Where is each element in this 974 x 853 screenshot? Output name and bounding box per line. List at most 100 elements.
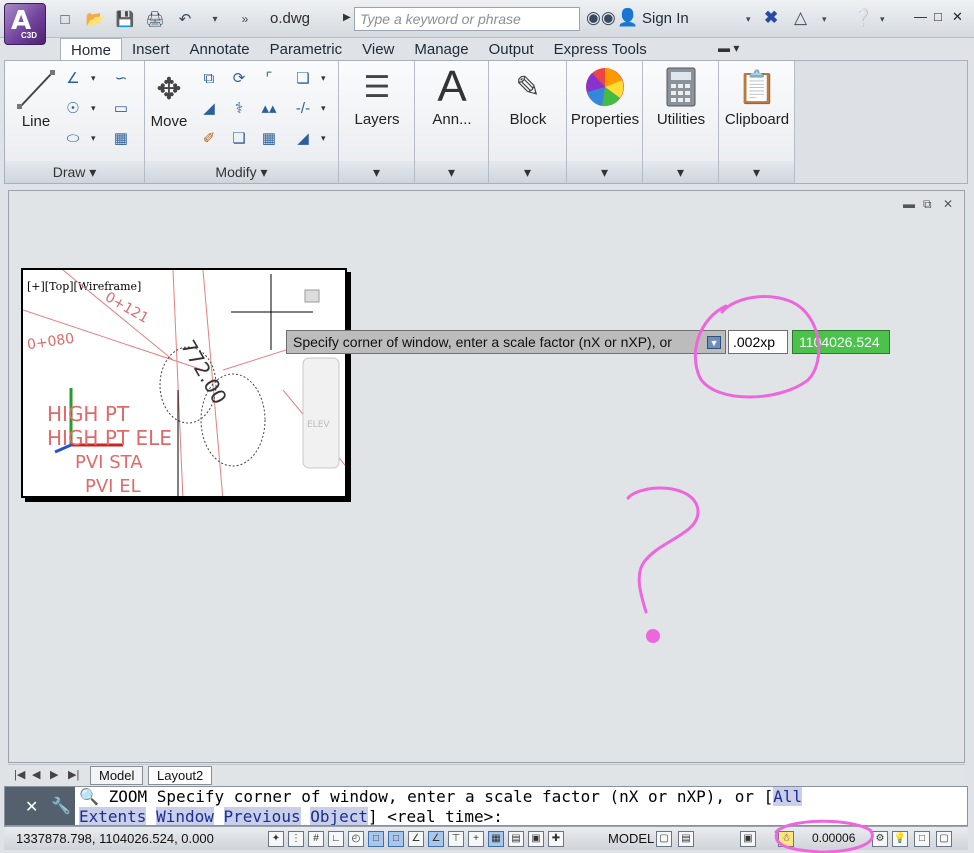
clean-screen-icon[interactable]: ▢	[936, 831, 952, 847]
option-window[interactable]: Window	[156, 807, 214, 825]
properties-tool[interactable]: Properties	[567, 63, 643, 128]
annotation-panel[interactable]: A Ann... ▾	[415, 61, 489, 183]
first-layout-icon[interactable]: |◀	[14, 768, 25, 781]
command-line[interactable]: ✕ 🔧 🔍 ZOOM Specify corner of window, ent…	[4, 786, 968, 826]
infer-constraints-icon[interactable]: ✦	[268, 831, 284, 847]
mirror-icon[interactable]: ▴▴	[257, 97, 281, 119]
annotation-monitor-icon[interactable]: ✚	[548, 831, 564, 847]
annotation-tool[interactable]: A Ann...	[415, 62, 489, 128]
properties-expand-icon[interactable]: ▾	[567, 161, 642, 183]
polyline-icon[interactable]: ∠	[61, 67, 85, 89]
prev-layout-icon[interactable]: ◀	[32, 768, 40, 781]
option-all[interactable]: All	[773, 787, 803, 806]
block-expand-icon[interactable]: ▾	[489, 161, 566, 183]
user-icon[interactable]: 👤	[617, 8, 638, 28]
explode-dropdown-icon[interactable]: ▾	[321, 103, 326, 114]
utilities-panel[interactable]: Utilities ▾	[643, 61, 719, 183]
layers-panel[interactable]: ☰ Layers ▾	[339, 61, 415, 183]
help-dropdown-icon[interactable]: ▾	[880, 14, 885, 25]
undo-icon[interactable]: ↶	[174, 9, 196, 29]
polyline-dropdown-icon[interactable]: ▾	[91, 73, 96, 84]
clipboard-panel[interactable]: 📋 Clipboard ▾	[719, 61, 795, 183]
stay-connected-dropdown-icon[interactable]: ▾	[822, 14, 827, 25]
coordinate-input[interactable]: 1104026.524	[792, 330, 890, 354]
scale-factor-input[interactable]: .002xp	[728, 330, 788, 354]
object-snap-tracking-icon[interactable]: ∠	[408, 831, 424, 847]
draw-panel-footer[interactable]: Draw ▾	[5, 161, 144, 183]
fillet-icon[interactable]: ◢	[197, 97, 221, 119]
tab-manage[interactable]: Manage	[404, 38, 478, 60]
new-icon[interactable]: □	[54, 9, 76, 29]
sign-in-link[interactable]: Sign In	[642, 10, 689, 27]
tab-parametric[interactable]: Parametric	[260, 38, 353, 60]
circle-icon[interactable]: ☉	[61, 97, 85, 119]
drawing-restore-icon[interactable]: ⧉	[923, 197, 932, 212]
help-icon[interactable]: ❔	[852, 8, 873, 28]
command-close-icon[interactable]: ✕	[25, 797, 38, 817]
snap-mode-icon[interactable]: ⋮	[288, 831, 304, 847]
search-arrow-icon[interactable]: ▶	[343, 12, 351, 23]
chamfer-icon[interactable]: ◢	[291, 127, 315, 149]
line-tool[interactable]: Line	[11, 65, 61, 130]
workspace-switching-icon[interactable]: ⚙	[872, 831, 888, 847]
minimize-icon[interactable]: —	[914, 9, 927, 24]
tab-view[interactable]: View	[352, 38, 404, 60]
redo-dropdown-icon[interactable]: ▾	[204, 9, 226, 29]
hatch-icon[interactable]: ▦	[109, 127, 133, 149]
isolate-objects-icon[interactable]: □	[914, 831, 930, 847]
exchange-icon[interactable]: ✖	[764, 8, 778, 28]
copy-icon[interactable]: ⧉	[197, 67, 221, 89]
option-previous[interactable]: Previous	[223, 807, 301, 825]
layout-viewport[interactable]: [+][Top][Wireframe] HIGH PT HIGH PT ELE …	[21, 268, 347, 498]
print-icon[interactable]: 🖨	[144, 9, 166, 29]
chamfer-dropdown-icon[interactable]: ▾	[321, 133, 326, 144]
tab-insert[interactable]: Insert	[122, 38, 180, 60]
maximize-viewport-icon[interactable]: ▢	[656, 831, 672, 847]
layout-drawing-area[interactable]: ▬ ⧉ ✕ [+][Top][Wireframe] HIGH PT HIGH P…	[8, 190, 965, 763]
prompt-options-dropdown-icon[interactable]: ▼	[707, 336, 721, 349]
clipboard-tool[interactable]: 📋 Clipboard	[719, 63, 795, 128]
last-layout-icon[interactable]: ▶|	[68, 768, 79, 781]
close-icon[interactable]: ✕	[952, 9, 963, 25]
modify-panel-footer[interactable]: Modify ▾	[145, 161, 338, 183]
quick-properties-icon[interactable]: ▤	[508, 831, 524, 847]
next-layout-icon[interactable]: ▶	[50, 768, 58, 781]
utilities-expand-icon[interactable]: ▾	[643, 161, 718, 183]
save-icon[interactable]: 💾	[114, 9, 136, 29]
grid-display-icon[interactable]: #	[308, 831, 324, 847]
rectangle-icon[interactable]: ▭	[109, 97, 133, 119]
ellipse-icon[interactable]: ⬭	[61, 127, 85, 149]
drawing-close-icon[interactable]: ✕	[943, 197, 953, 211]
drawing-minimize-icon[interactable]: ▬	[903, 197, 915, 211]
maximize-icon[interactable]: □	[934, 9, 942, 24]
erase-icon[interactable]: ❏	[291, 67, 315, 89]
array-icon[interactable]: ▦	[257, 127, 281, 149]
search-input[interactable]: Type a keyword or phrase	[354, 7, 580, 31]
quick-view-drawings-icon[interactable]: ▣	[740, 831, 756, 847]
dynamic-ucs-icon[interactable]: ∠	[428, 831, 444, 847]
viewport-scale-value[interactable]: 0.00006	[812, 831, 855, 845]
move-tool[interactable]: ✥ Move	[149, 65, 189, 131]
more-icon[interactable]: »	[234, 9, 256, 29]
object-snap-icon[interactable]: □	[368, 831, 384, 847]
signin-dropdown-icon[interactable]: ▾	[746, 14, 751, 25]
explode-icon[interactable]: -/-	[291, 97, 315, 119]
layers-tool[interactable]: ☰ Layers	[339, 63, 415, 129]
annotation-scale-icon[interactable]: ☃	[778, 831, 794, 847]
rotate-icon[interactable]: ⟳	[227, 67, 251, 89]
layers-expand-icon[interactable]: ▾	[339, 161, 414, 183]
ribbon-minimize-icon[interactable]: ▬ ▾	[718, 41, 739, 55]
erase-dropdown-icon[interactable]: ▾	[321, 73, 326, 84]
transparency-icon[interactable]: ▦	[488, 831, 504, 847]
annotation-expand-icon[interactable]: ▾	[415, 161, 488, 183]
block-panel[interactable]: ✎ Block ▾	[489, 61, 567, 183]
stretch-icon[interactable]: ⚕	[227, 97, 251, 119]
option-extents[interactable]: Extents	[79, 807, 147, 825]
polar-tracking-icon[interactable]: ◴	[348, 831, 364, 847]
binoculars-icon[interactable]: ◉◉	[586, 8, 616, 28]
dynamic-input-icon[interactable]: ⊤	[448, 831, 464, 847]
utilities-tool[interactable]: Utilities	[643, 63, 719, 128]
tab-output[interactable]: Output	[479, 38, 544, 60]
3d-object-snap-icon[interactable]: □	[388, 831, 404, 847]
block-tool[interactable]: ✎ Block	[489, 63, 567, 129]
